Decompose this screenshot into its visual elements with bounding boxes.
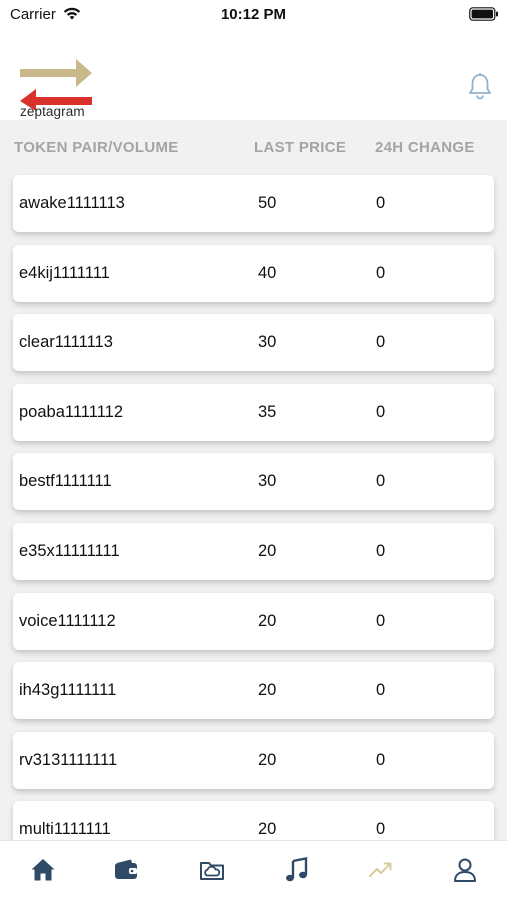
last-price: 20 [258,820,277,838]
header-24h-change: 24H CHANGE [375,139,475,156]
token-row[interactable]: bestf1111111 30 0 [13,453,494,510]
token-row[interactable]: e4kij1111111 40 0 [13,245,494,302]
wallet-icon [115,859,137,879]
change-24h: 0 [376,403,386,421]
token-pair: bestf1111111 [19,472,112,490]
battery-icon [469,7,498,21]
change-24h: 0 [376,751,386,769]
token-pair: e35x11111111 [19,542,120,560]
token-pair: e4kij1111111 [19,264,110,282]
last-price: 35 [258,403,277,421]
last-price: 30 [258,333,277,351]
token-row[interactable]: ih43g1111111 20 0 [13,662,494,719]
token-pair: clear1111113 [19,333,113,351]
change-24h: 0 [376,333,386,351]
token-pair: awake1111113 [19,194,125,212]
profile-icon [454,858,476,882]
token-row[interactable]: clear1111113 30 0 [13,314,494,371]
app-header: zeptagram [0,30,507,120]
token-pair: rv3131111111 [19,751,118,769]
token-row[interactable]: rv3131111111 20 0 [13,732,494,789]
tab-home[interactable] [28,855,58,885]
last-price: 30 [258,472,277,490]
token-row[interactable]: voice1111112 20 0 [13,593,494,650]
trending-icon [369,862,392,877]
header-token-pair: TOKEN PAIR/VOLUME [14,139,179,156]
cloud-folder-icon [200,862,224,880]
token-pair: multi1111111 [19,820,111,838]
column-headers: TOKEN PAIR/VOLUME LAST PRICE 24H CHANGE [0,139,507,159]
tab-wallet[interactable] [111,855,141,885]
token-row[interactable]: awake1111113 50 0 [13,175,494,232]
token-row[interactable]: e35x11111111 20 0 [13,523,494,580]
change-24h: 0 [376,681,386,699]
market-list[interactable]: TOKEN PAIR/VOLUME LAST PRICE 24H CHANGE … [0,120,507,840]
status-bar: Carrier 10:12 PM [0,0,507,30]
token-row[interactable]: poaba1111112 35 0 [13,384,494,441]
tab-trending[interactable] [366,855,396,885]
tab-profile[interactable] [450,855,480,885]
tab-bar [0,840,507,900]
zeptagram-logo[interactable] [18,57,94,111]
music-note-icon [286,857,308,882]
clock: 10:12 PM [220,6,287,23]
change-24h: 0 [376,264,386,282]
last-price: 20 [258,542,277,560]
token-pair: poaba1111112 [19,403,123,421]
token-pair: voice1111112 [19,612,116,630]
last-price: 20 [258,751,277,769]
last-price: 20 [258,681,277,699]
last-price: 50 [258,194,277,212]
token-pair: ih43g1111111 [19,681,117,699]
bell-icon[interactable] [467,72,493,100]
header-last-price: LAST PRICE [254,139,347,156]
tab-music[interactable] [282,855,312,885]
tab-cloud-folder[interactable] [197,855,227,885]
change-24h: 0 [376,612,386,630]
change-24h: 0 [376,194,386,212]
change-24h: 0 [376,820,386,838]
logo-text: zeptagram [20,104,85,119]
last-price: 40 [258,264,277,282]
change-24h: 0 [376,542,386,560]
change-24h: 0 [376,472,386,490]
home-icon [31,859,55,881]
last-price: 20 [258,612,277,630]
token-row[interactable]: multi1111111 20 0 [13,801,494,840]
